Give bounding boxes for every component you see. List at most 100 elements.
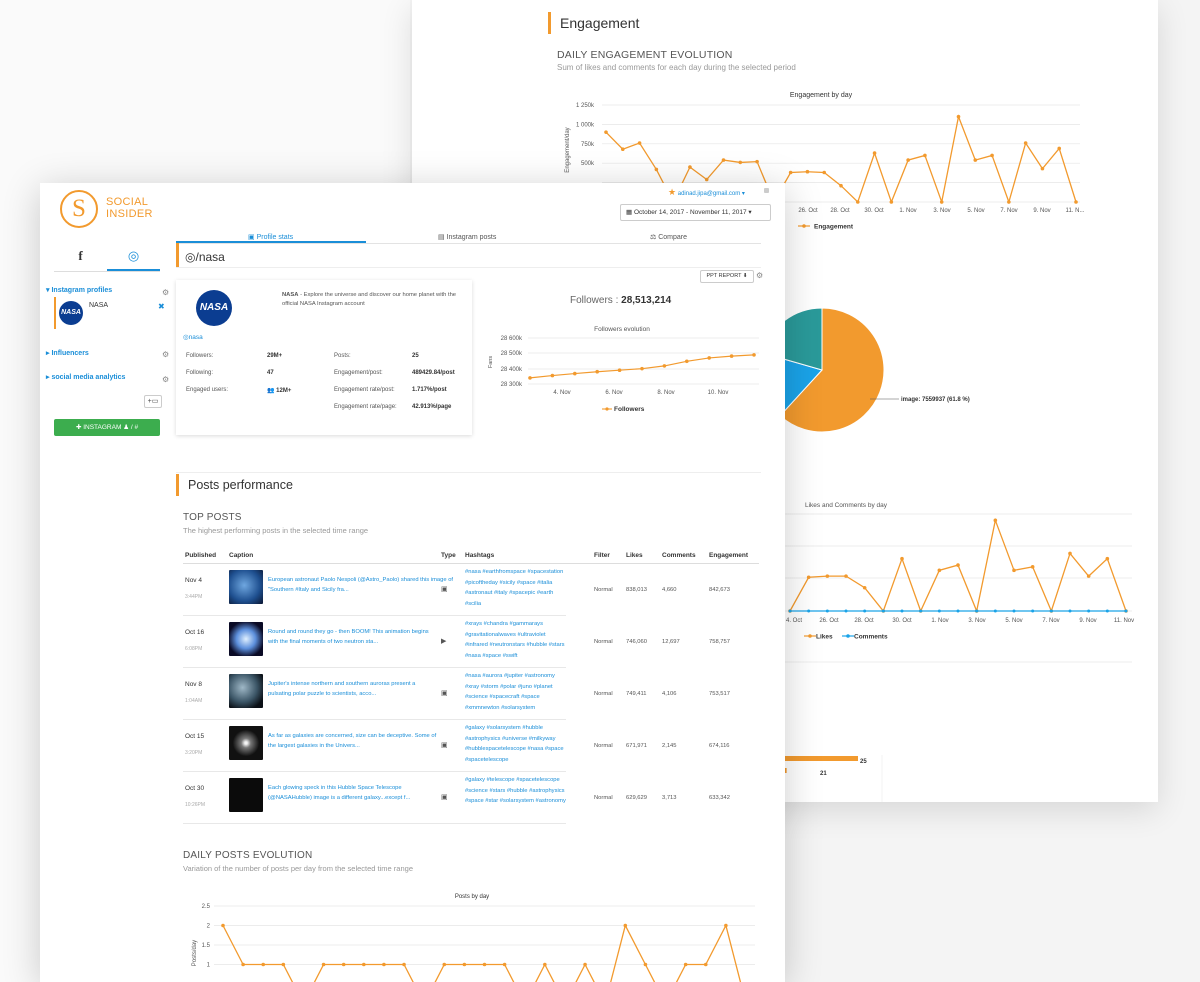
y-tick-label: 28 500k: [501, 351, 523, 357]
post-engagement: 842,673: [709, 587, 730, 593]
x-tick-label: 9. Nov: [1033, 208, 1050, 214]
followers-line: [529, 354, 755, 379]
comments-point: [900, 609, 904, 613]
post-likes: 746,060: [626, 639, 647, 645]
post-filter: Normal: [594, 795, 613, 801]
post-date: Oct 30: [185, 785, 205, 792]
likes-x-ticks: 4. Oct 26. Oct 28. Oct 30. Oct 1. Nov 3. Nov 5…: [786, 618, 1134, 624]
engagement-point: [738, 160, 743, 165]
pie-label: image: 7559937 (61.8 %): [901, 397, 970, 403]
engagement-point: [688, 165, 692, 169]
engagement-x-ticks: 26. Oct 28. Oct 30. Oct 1. Nov 3. Nov 5. Nov 7…: [798, 208, 1084, 214]
likes-point: [956, 563, 960, 567]
x-tick-label: 5. Nov: [1005, 618, 1022, 624]
col-published[interactable]: Published: [185, 552, 216, 559]
post-hashtags: #nasa #aurora #jupiter #astronomy #xray …: [465, 673, 555, 711]
table-row[interactable]: Oct 15 3:20PM As far as galaxies are con…: [183, 720, 566, 772]
likes-point: [1012, 568, 1016, 573]
table-row[interactable]: Nov 4 3:44PM European astronaut Paolo Ne…: [183, 564, 566, 616]
likes-point: [1030, 565, 1035, 569]
x-tick-label: 30. Oct: [864, 208, 884, 214]
followers-y-ticks: 28 600k 28 500k 28 400k 28 300k: [501, 336, 523, 388]
comments-point: [807, 609, 811, 613]
x-tick-label: 4. Oct: [786, 618, 802, 624]
engagement-point: [855, 200, 860, 204]
followers-y-label: Fans: [488, 356, 494, 368]
post-thumbnail[interactable]: [229, 674, 263, 708]
engagement-legend-marker: [802, 224, 806, 228]
comments-point: [956, 609, 960, 613]
likes-chart-title: Likes and Comments by day: [805, 502, 888, 509]
posts-point: [281, 962, 286, 967]
comments-point: [937, 609, 941, 613]
post-comments: 3,713: [662, 795, 677, 801]
x-tick-label: 26. Oct: [819, 618, 839, 624]
engagement-point: [889, 200, 894, 204]
post-time: 10:26PM: [185, 802, 206, 808]
engagement-point: [654, 167, 659, 172]
x-tick-label: 1. Nov: [931, 618, 948, 624]
posts-point: [583, 962, 587, 967]
col-caption[interactable]: Caption: [229, 552, 253, 559]
comments-point: [1124, 609, 1128, 613]
post-caption[interactable]: Round and round they go - then BOOM! Thi…: [268, 627, 438, 647]
post-thumbnail[interactable]: [229, 778, 263, 812]
post-thumbnail[interactable]: [229, 570, 263, 604]
posts-grid: [214, 905, 755, 965]
engagement-chart-title: Engagement by day: [790, 92, 853, 99]
post-time: 1:04AM: [185, 698, 203, 704]
y-tick-label: 28 300k: [501, 382, 523, 388]
followers-point: [662, 364, 667, 368]
x-tick-label: 7. Nov: [1042, 618, 1059, 624]
post-caption[interactable]: As far as galaxies are concerned, size c…: [268, 731, 438, 751]
likes-points: [788, 518, 1128, 613]
engagement-point: [906, 158, 910, 162]
y-tick-label: 2: [207, 924, 211, 930]
section-divider: [176, 472, 761, 473]
posts-point: [462, 962, 467, 967]
engagement-point: [721, 158, 726, 162]
x-tick-label: 28. Oct: [830, 208, 850, 214]
x-tick-label: 4. Nov: [553, 390, 570, 396]
y-tick-label: 2.5: [202, 904, 211, 910]
posts-line: [222, 923, 742, 982]
post-thumbnail[interactable]: [229, 726, 263, 760]
x-tick-label: 9. Nov: [1079, 618, 1096, 624]
table-row[interactable]: Oct 30 10:26PM Each glowing speck in thi…: [183, 772, 566, 824]
x-tick-label: 5. Nov: [967, 208, 984, 214]
likes-point: [1105, 556, 1110, 561]
engagement-point: [1007, 200, 1011, 204]
likes-grid: [785, 513, 1132, 612]
comments-legend: Comments: [854, 634, 888, 641]
engagement-point: [872, 151, 877, 155]
x-tick-label: 11. N...: [1066, 208, 1085, 214]
post-caption[interactable]: Each glowing speck in this Hubble Space …: [268, 783, 438, 803]
likes-point: [993, 518, 998, 523]
y-tick-label: 28 400k: [501, 367, 523, 373]
engagement-point: [973, 158, 978, 162]
table-row[interactable]: Oct 16 6:08PM Round and round they go - …: [183, 616, 566, 668]
post-engagement: 753,517: [709, 691, 730, 697]
engagement-point: [637, 141, 642, 145]
col-filter[interactable]: Filter: [594, 552, 610, 559]
x-tick-label: 1. Nov: [899, 208, 916, 214]
x-tick-label: 8. Nov: [657, 390, 674, 396]
post-thumbnail[interactable]: [229, 622, 263, 656]
col-engagement[interactable]: Engagement: [709, 552, 748, 559]
likes-point: [1086, 574, 1091, 578]
followers-point: [640, 366, 644, 371]
engagement-point: [788, 170, 793, 175]
col-comments[interactable]: Comments: [662, 552, 696, 559]
post-likes: 749,411: [626, 691, 647, 697]
engagement-point: [755, 159, 759, 164]
posts-point: [362, 962, 366, 967]
col-likes[interactable]: Likes: [626, 552, 643, 559]
comments-point: [1087, 609, 1091, 613]
post-time: 3:44PM: [185, 594, 203, 600]
post-caption[interactable]: Jupiter's intense northern and southern …: [268, 679, 438, 699]
col-hashtags[interactable]: Hashtags: [465, 552, 494, 559]
col-type[interactable]: Type: [441, 552, 456, 559]
table-row[interactable]: Nov 8 1:04AM Jupiter's intense northern …: [183, 668, 566, 720]
followers-grid: [528, 337, 759, 385]
post-time: 6:08PM: [185, 646, 203, 652]
